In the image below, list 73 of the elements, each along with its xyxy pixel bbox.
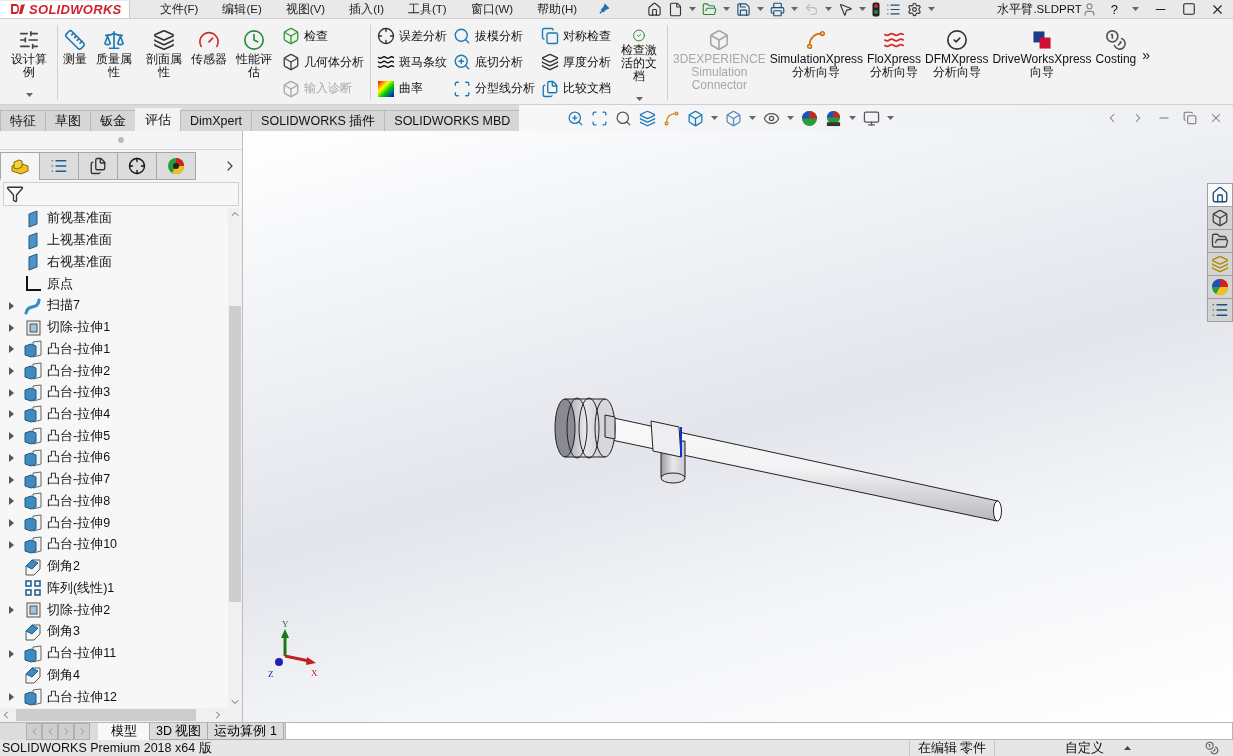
ribbon-button[interactable]: 检查激活的文档 [614, 21, 664, 104]
bottom-tab[interactable]: 3D 视图 [149, 723, 209, 740]
tree-item[interactable]: 凸台-拉伸8 [47, 492, 111, 510]
tree-item[interactable]: 凸台-拉伸5 [47, 427, 111, 445]
bottom-tab[interactable]: 运动算例 1 [207, 723, 284, 740]
help-button[interactable]: ? [1110, 1, 1118, 17]
ribbon-button[interactable]: SimulationXpress 分析向导 [767, 21, 866, 104]
tree-item[interactable]: 切除-拉伸2 [47, 601, 111, 619]
tree-item[interactable]: 倒角3 [47, 623, 80, 641]
ribbon-button[interactable]: 几何体分析 [281, 52, 365, 73]
ribbon-button[interactable]: 曲率 [376, 78, 448, 99]
menu-item[interactable]: 文件(F) [159, 1, 199, 17]
ribbon-button[interactable]: 质量属性 [89, 21, 139, 104]
status-text: 在编辑 零件 [908, 739, 994, 756]
tree-item[interactable]: 切除-拉伸1 [47, 319, 111, 337]
menu-item[interactable]: 编辑(E) [222, 1, 262, 17]
ribbon-button[interactable]: 比较文档 [540, 78, 612, 99]
axis-label: Z [268, 669, 274, 679]
logo-text: SOLIDWORKS [29, 1, 122, 17]
ribbon-button[interactable]: 传感器 [189, 21, 229, 104]
more-button[interactable]: » [1142, 46, 1151, 63]
tree-item[interactable]: 原点 [47, 275, 73, 293]
ribbon-button[interactable]: 对称检查 [540, 26, 612, 47]
ribbon-button[interactable]: 斑马条纹 [376, 52, 448, 73]
tree-item[interactable]: 凸台-拉伸12 [47, 688, 118, 706]
tree-item[interactable]: 凸台-拉伸4 [47, 405, 111, 423]
bottom-tab[interactable]: 模型 [98, 723, 150, 740]
units-button[interactable]: 自定义 [994, 739, 1124, 756]
menu-item[interactable]: 插入(I) [349, 1, 384, 17]
menu-item[interactable]: 帮助(H) [537, 1, 578, 17]
tree-item[interactable]: 上视基准面 [47, 232, 112, 250]
command-tab[interactable]: 评估 [135, 108, 181, 131]
tree-item[interactable]: 凸台-拉伸7 [47, 471, 111, 489]
tree-item[interactable]: 凸台-拉伸11 [47, 645, 117, 663]
document-title: 水平臂.SLDPRT [997, 1, 1082, 17]
command-tab[interactable]: SOLIDWORKS MBD [384, 110, 521, 131]
command-tab[interactable]: SOLIDWORKS 插件 [251, 110, 386, 131]
ribbon-button[interactable]: 测量 [61, 21, 89, 104]
command-tab[interactable]: DimXpert [180, 110, 253, 131]
axis-label: Y [282, 619, 289, 629]
tree-item[interactable]: 凸台-拉伸1 [47, 340, 111, 358]
ribbon-button[interactable]: DFMXpress 分析向导 [923, 21, 991, 104]
ribbon-button[interactable]: Costing [1093, 21, 1139, 104]
menu-item[interactable]: 工具(T) [408, 1, 447, 17]
ribbon-button[interactable]: DriveWorksXpress 向导 [990, 21, 1094, 104]
ribbon-button[interactable]: 底切分析 [452, 52, 536, 73]
ribbon-button[interactable]: 剖面属性 [139, 21, 189, 104]
tree-item[interactable]: 阵列(线性)1 [47, 579, 115, 597]
ribbon-button[interactable]: 设计算例 [4, 21, 54, 104]
tree-item[interactable]: 凸台-拉伸2 [47, 362, 111, 380]
status-text: SOLIDWORKS Premium 2018 x64 版 [1, 739, 213, 756]
ribbon-button[interactable]: FloXpress 分析向导 [865, 21, 924, 104]
tree-item[interactable]: 凸台-拉伸9 [47, 514, 111, 532]
ribbon-button[interactable]: 误差分析 [376, 26, 448, 47]
tree-item[interactable]: 凸台-拉伸6 [47, 449, 111, 467]
command-tab[interactable]: 钣金 [90, 110, 136, 131]
tree-item[interactable]: 扫描7 [47, 297, 80, 315]
command-tab[interactable]: 草图 [45, 110, 91, 131]
tree-item[interactable]: 倒角2 [47, 558, 80, 576]
ribbon-button[interactable]: 性能评估 [229, 21, 279, 104]
tree-item[interactable]: 凸台-拉伸10 [47, 536, 118, 554]
tree-item[interactable]: 倒角4 [47, 666, 80, 684]
tree-item[interactable]: 凸台-拉伸3 [47, 384, 111, 402]
ribbon-button[interactable]: 厚度分析 [540, 52, 612, 73]
ribbon-button[interactable]: 分型线分析 [452, 78, 536, 99]
ribbon-button[interactable]: 拔模分析 [452, 26, 536, 47]
tree-item[interactable]: 前视基准面 [47, 210, 112, 228]
menu-item[interactable]: 视图(V) [285, 1, 326, 17]
tree-item[interactable]: 右视基准面 [47, 253, 112, 271]
ribbon-button[interactable]: 检查 [281, 26, 365, 47]
menu-item[interactable]: 窗口(W) [470, 1, 514, 17]
axis-label: X [311, 668, 318, 678]
command-tab[interactable]: 特征 [0, 110, 46, 131]
